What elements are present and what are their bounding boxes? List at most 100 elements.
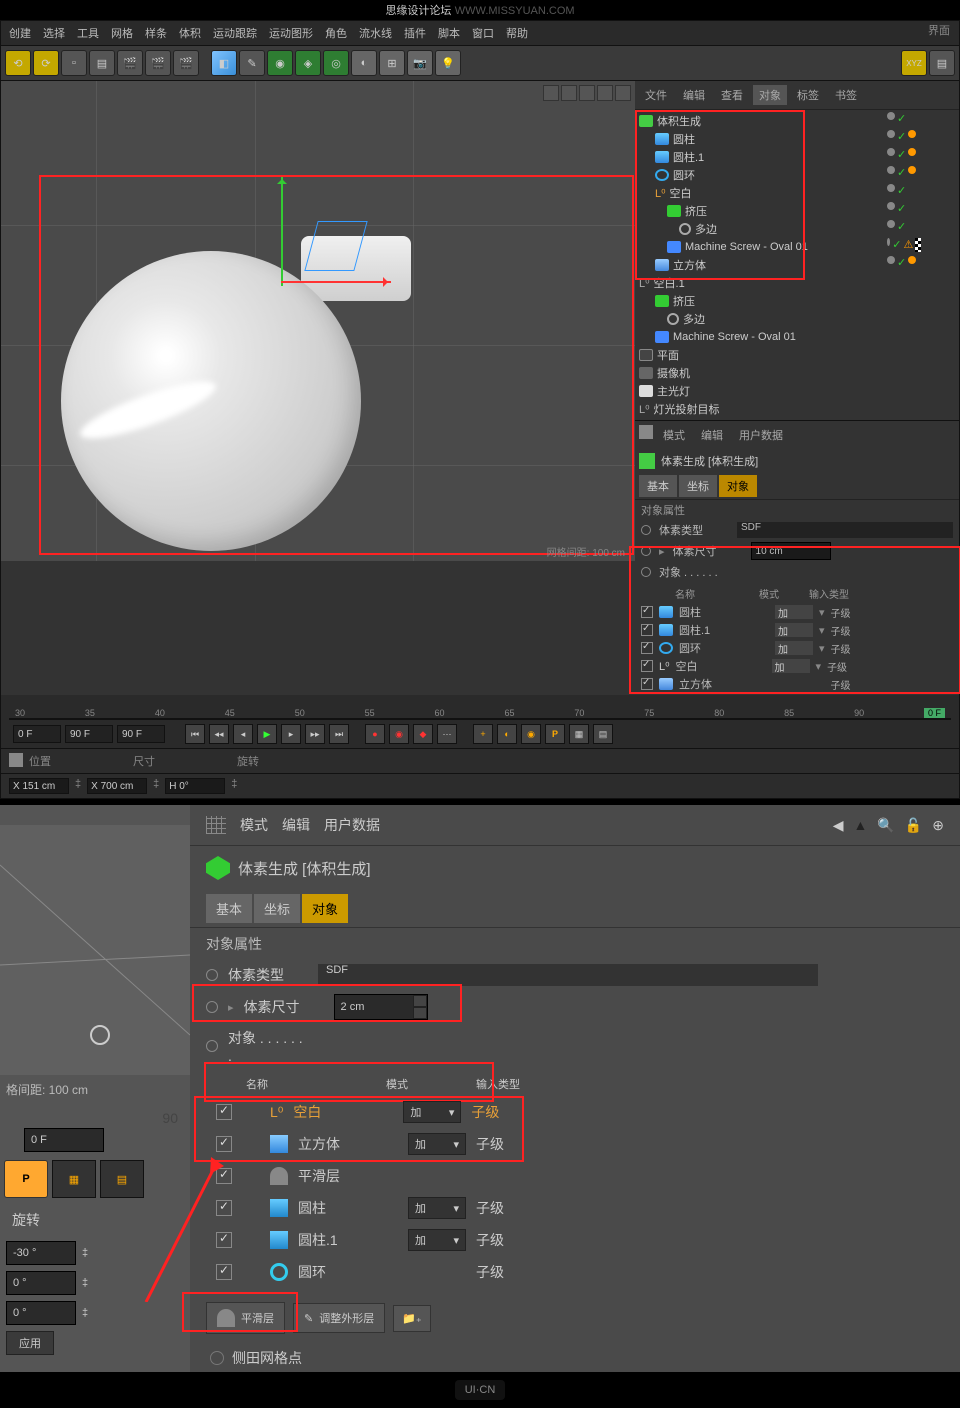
row-mode[interactable]: 加▾ bbox=[403, 1101, 461, 1123]
generator-icon[interactable]: ◈ bbox=[295, 50, 321, 76]
x-axis-gizmo[interactable] bbox=[281, 281, 391, 283]
menu-item[interactable]: 角色 bbox=[325, 25, 347, 41]
vp-icon[interactable] bbox=[597, 85, 613, 101]
row-mode[interactable]: 加▾ bbox=[408, 1229, 466, 1251]
tab-basic[interactable]: 基本 bbox=[639, 475, 677, 497]
param-icon[interactable]: P bbox=[545, 724, 565, 744]
row-name[interactable]: 圆柱.1 bbox=[679, 622, 769, 638]
film-icon[interactable]: 🎬 bbox=[145, 50, 171, 76]
menu-item[interactable]: 运动跟踪 bbox=[213, 25, 257, 41]
film-icon[interactable]: 🎬 bbox=[117, 50, 143, 76]
autokey-icon[interactable]: ◉ bbox=[389, 724, 409, 744]
row-name[interactable]: 圆柱 bbox=[298, 1198, 398, 1218]
row-name[interactable]: 圆柱.1 bbox=[298, 1230, 398, 1250]
row-mode[interactable]: 加▾ bbox=[408, 1197, 466, 1219]
obj-item[interactable]: 平面 bbox=[657, 347, 679, 363]
prev-key-icon[interactable]: ◂◂ bbox=[209, 724, 229, 744]
row-name[interactable]: 圆环 bbox=[679, 640, 769, 656]
frame-current[interactable] bbox=[65, 725, 113, 743]
rot-p-input[interactable] bbox=[6, 1271, 76, 1295]
row-check[interactable] bbox=[216, 1200, 232, 1216]
vp-icon[interactable] bbox=[615, 85, 631, 101]
vp-icon[interactable] bbox=[561, 85, 577, 101]
stepper-icon[interactable] bbox=[413, 995, 427, 1019]
obj-item[interactable]: 圆柱 bbox=[673, 131, 695, 147]
attr-tab[interactable]: 模式 bbox=[657, 425, 691, 445]
keys-icon[interactable]: ⋯ bbox=[437, 724, 457, 744]
obj-item[interactable]: 挤压 bbox=[685, 203, 707, 219]
menu-item[interactable]: 插件 bbox=[404, 25, 426, 41]
smooth-layer-button[interactable]: 平滑层 bbox=[206, 1302, 285, 1334]
obj-item[interactable]: 灯光投射目标 bbox=[654, 401, 720, 417]
timeline-ruler[interactable]: 303540455055606570758085900 F bbox=[9, 695, 951, 719]
object-manager[interactable]: 体积生成 圆柱 圆柱.1 圆环 L⁰空白 挤压 多边 Machine Screw… bbox=[635, 110, 959, 420]
obj-item[interactable]: 多边 bbox=[683, 311, 705, 327]
menu-item[interactable]: 运动图形 bbox=[269, 25, 313, 41]
back-icon[interactable]: ◀ bbox=[833, 817, 844, 834]
row-name[interactable]: 平滑层 bbox=[298, 1166, 398, 1186]
camera-icon[interactable]: 📷 bbox=[407, 50, 433, 76]
tab-coord[interactable]: 坐标 bbox=[679, 475, 717, 497]
obj-item[interactable]: 体积生成 bbox=[657, 113, 701, 129]
r-icon[interactable]: ◉ bbox=[521, 724, 541, 744]
obj-item[interactable]: 空白 bbox=[670, 185, 692, 201]
next-frame-icon[interactable]: ▸ bbox=[281, 724, 301, 744]
vp-icon[interactable] bbox=[543, 85, 559, 101]
lock-icon[interactable]: 🔓 bbox=[905, 817, 922, 834]
redo-icon[interactable]: ⟳ bbox=[33, 50, 59, 76]
voxel-size-input[interactable] bbox=[335, 995, 413, 1019]
menu-item[interactable]: 网格 bbox=[111, 25, 133, 41]
point-icon[interactable]: ▦ bbox=[569, 724, 589, 744]
rot-h[interactable] bbox=[165, 778, 225, 794]
record-icon[interactable]: ● bbox=[365, 724, 385, 744]
row-check[interactable] bbox=[216, 1136, 232, 1152]
viewport[interactable]: 网格间距: 100 cm bbox=[1, 81, 635, 561]
row-check[interactable] bbox=[641, 624, 653, 636]
obj-item[interactable]: Machine Screw - Oval 01 bbox=[685, 241, 808, 253]
attr-tab[interactable]: 编辑 bbox=[695, 425, 729, 445]
row-name[interactable]: 空白 bbox=[293, 1102, 393, 1122]
menu-item[interactable]: 体积 bbox=[179, 25, 201, 41]
row-check[interactable] bbox=[216, 1168, 232, 1184]
p-icon[interactable]: + bbox=[473, 724, 493, 744]
undo-icon[interactable]: ⟲ bbox=[5, 50, 31, 76]
rot-h-input[interactable] bbox=[6, 1241, 76, 1265]
apply-button[interactable]: 应用 bbox=[6, 1331, 54, 1355]
row-check[interactable] bbox=[216, 1104, 232, 1120]
om-tab[interactable]: 编辑 bbox=[677, 85, 711, 105]
generator-icon[interactable]: ◉ bbox=[267, 50, 293, 76]
checker-tag[interactable] bbox=[915, 238, 921, 252]
tab-basic[interactable]: 基本 bbox=[206, 894, 252, 923]
om-tab[interactable]: 标签 bbox=[791, 85, 825, 105]
row-name[interactable]: 圆环 bbox=[298, 1262, 398, 1282]
obj-item[interactable]: 挤压 bbox=[673, 293, 695, 309]
menu-item[interactable]: 帮助 bbox=[506, 25, 528, 41]
y-axis-gizmo[interactable] bbox=[281, 176, 283, 286]
row-name[interactable]: 空白 bbox=[676, 658, 766, 674]
up-icon[interactable]: ▲ bbox=[854, 817, 868, 834]
next-key-icon[interactable]: ▸▸ bbox=[305, 724, 325, 744]
obj-item[interactable]: 摄像机 bbox=[657, 365, 690, 381]
generator-icon[interactable]: ◎ bbox=[323, 50, 349, 76]
frame-end[interactable] bbox=[117, 725, 165, 743]
row-check[interactable] bbox=[641, 678, 653, 690]
attr-tab[interactable]: 模式 bbox=[240, 815, 268, 835]
obj-item[interactable]: Machine Screw - Oval 01 bbox=[673, 331, 796, 343]
tool-icon[interactable]: ◐ bbox=[351, 50, 377, 76]
grid-icon[interactable] bbox=[9, 753, 23, 767]
menu-item[interactable]: 窗口 bbox=[472, 25, 494, 41]
search-icon[interactable]: 🔍 bbox=[877, 817, 894, 834]
om-tab[interactable]: 书签 bbox=[829, 85, 863, 105]
row-name[interactable]: 立方体 bbox=[679, 676, 769, 692]
pos-x[interactable] bbox=[9, 778, 69, 794]
grid-icon[interactable] bbox=[639, 425, 653, 439]
pen-icon[interactable]: ✎ bbox=[239, 50, 265, 76]
obj-item[interactable]: 多边 bbox=[695, 221, 717, 237]
frame-start[interactable] bbox=[13, 725, 61, 743]
row-mode[interactable]: 加▾ bbox=[408, 1133, 466, 1155]
row-check[interactable] bbox=[216, 1264, 232, 1280]
grid-icon[interactable] bbox=[206, 816, 226, 834]
tool-icon[interactable]: ▫ bbox=[61, 50, 87, 76]
menu-item[interactable]: 流水线 bbox=[359, 25, 392, 41]
obj-item[interactable]: 空白.1 bbox=[654, 275, 685, 291]
